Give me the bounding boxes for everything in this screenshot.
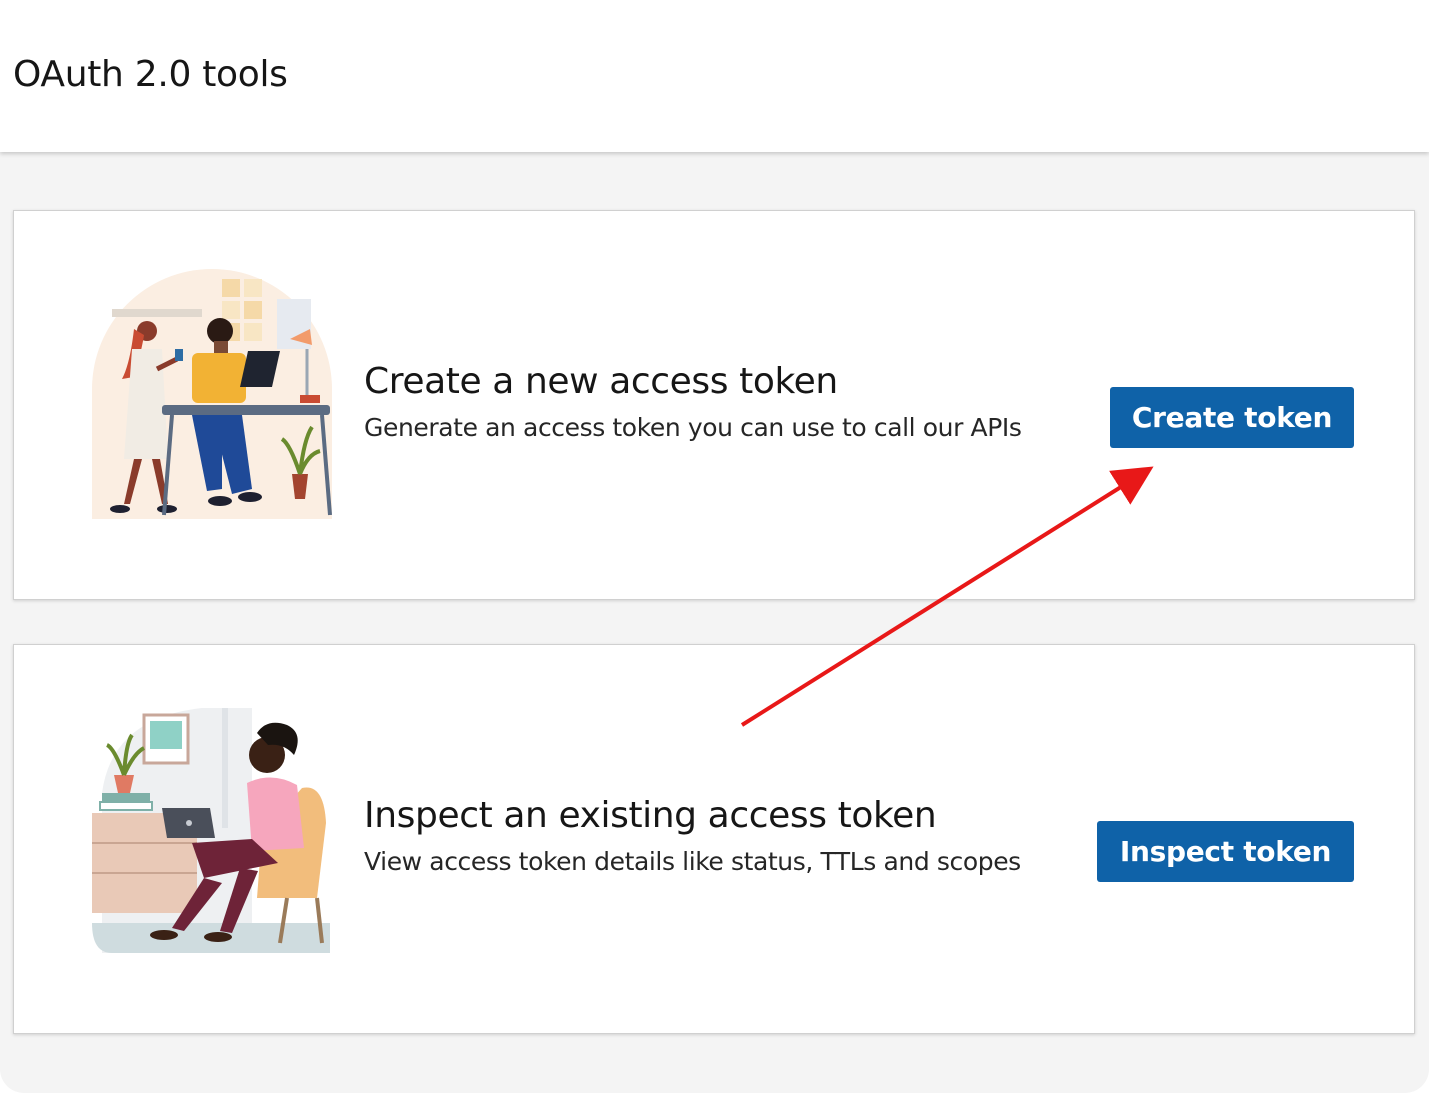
page-title: OAuth 2.0 tools	[13, 54, 288, 95]
people-at-desk-illustration	[72, 269, 332, 519]
person-with-laptop-illustration	[72, 703, 332, 953]
inspect-token-title: Inspect an existing access token	[364, 795, 936, 836]
inspect-token-card: Inspect an existing access token View ac…	[13, 644, 1415, 1034]
create-token-button[interactable]: Create token	[1110, 387, 1354, 448]
page-header: OAuth 2.0 tools	[0, 0, 1429, 152]
create-token-title: Create a new access token	[364, 361, 838, 402]
inspect-token-description: View access token details like status, T…	[364, 847, 1021, 876]
create-token-description: Generate an access token you can use to …	[364, 413, 1022, 442]
inspect-token-button[interactable]: Inspect token	[1097, 821, 1354, 882]
page: OAuth 2.0 tools	[0, 0, 1429, 1093]
create-token-card: Create a new access token Generate an ac…	[13, 210, 1415, 600]
